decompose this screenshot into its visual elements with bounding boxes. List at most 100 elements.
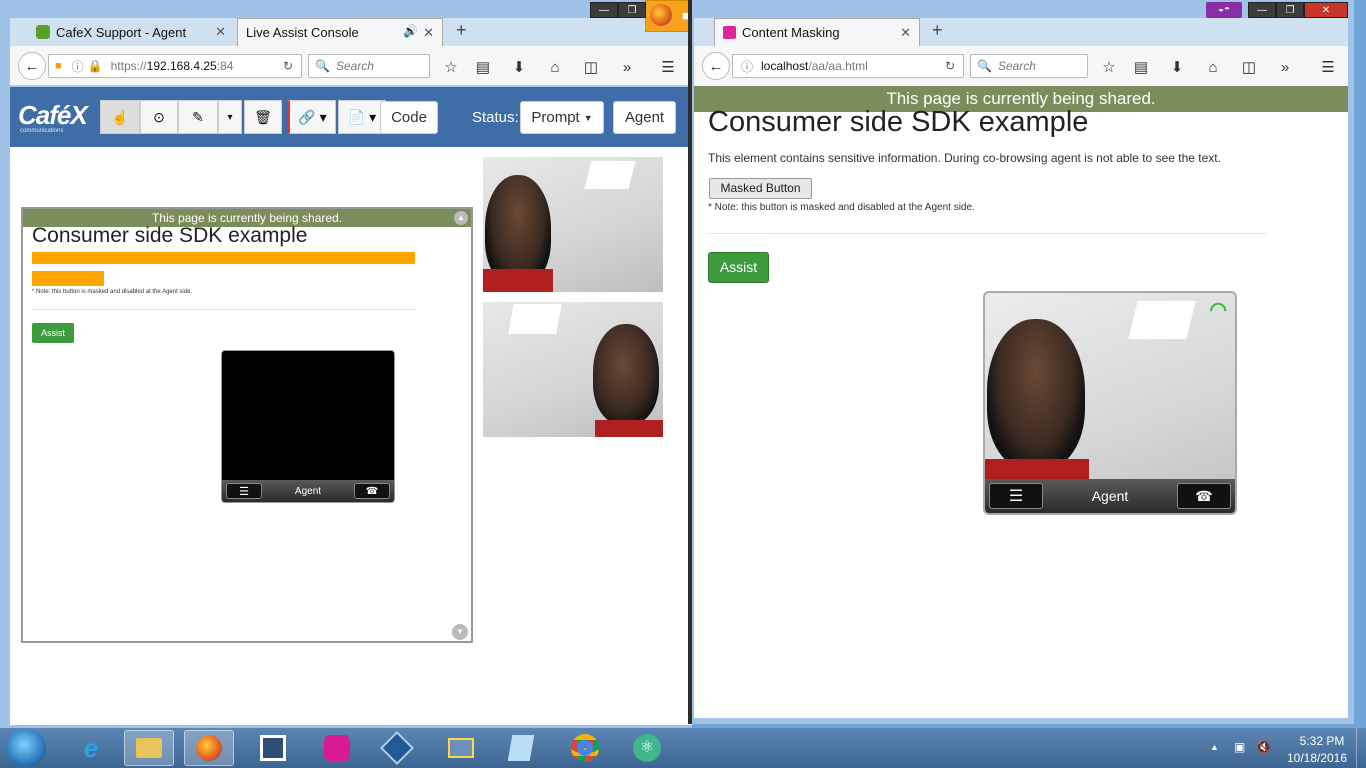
file-explorer-icon[interactable] xyxy=(124,730,174,766)
info-icon[interactable]: ⓘ xyxy=(741,58,753,75)
multicolor-app-icon[interactable] xyxy=(312,730,362,766)
back-button[interactable]: ← xyxy=(18,52,46,80)
firefox-taskbar-icon[interactable] xyxy=(184,730,234,766)
close-tab-icon[interactable]: ✕ xyxy=(215,24,226,40)
local-camera-feed xyxy=(483,302,663,437)
viewer-assist-button[interactable]: Assist xyxy=(32,323,74,343)
reading-list-icon[interactable]: ▤ xyxy=(1130,56,1152,78)
network-status-icon[interactable]: ▣ xyxy=(1234,740,1245,754)
menu-icon[interactable]: ☰ xyxy=(656,56,680,78)
show-hidden-icons-icon[interactable]: ▲ xyxy=(1210,742,1219,752)
left-browser-window: CafeX Support - Agent ✕ Live Assist Cons… xyxy=(0,0,692,728)
masked-text-block xyxy=(32,252,415,264)
info-icon[interactable]: ⓘ xyxy=(72,58,84,75)
video-menu-button[interactable]: ☰ xyxy=(989,483,1043,509)
speaker-icon[interactable]: 🔊 xyxy=(403,24,418,38)
search-icon: 🔍 xyxy=(977,59,992,73)
video-menu-button[interactable]: ☰ xyxy=(226,483,262,499)
code-label: Code xyxy=(391,109,427,126)
viewer-video-widget: ☰ Agent ☎ xyxy=(221,350,395,503)
new-tab-button[interactable]: + xyxy=(932,20,943,41)
scroll-up-icon[interactable]: ▲ xyxy=(454,211,468,225)
pocket-icon[interactable]: ◫ xyxy=(580,56,602,78)
video-hangup-button[interactable]: ☎ xyxy=(1177,483,1231,509)
document-tool-button[interactable]: 📄 ▾ xyxy=(338,100,386,134)
overflow-chevron-icon[interactable]: » xyxy=(616,56,638,78)
reading-list-icon[interactable]: ▤ xyxy=(472,56,494,78)
prompt-status-dropdown[interactable]: Prompt ▼ xyxy=(520,101,604,134)
firefox-icon xyxy=(650,4,672,26)
close-tab-icon[interactable]: ✕ xyxy=(900,25,911,41)
video-widget: ◠ ☰ Agent ☎ xyxy=(983,291,1237,515)
pen-tool-button[interactable]: ✎ xyxy=(178,100,218,134)
link-tool-button[interactable]: 🔗 ▾ xyxy=(288,100,336,134)
code-button[interactable]: Code xyxy=(380,101,438,134)
show-desktop-button[interactable] xyxy=(1356,728,1366,768)
url-text: localhost/aa/aa.html xyxy=(761,59,868,73)
tab-live-assist-console[interactable]: Live Assist Console 🔊 ✕ xyxy=(237,18,443,46)
bookmark-star-icon[interactable]: ☆ xyxy=(1098,56,1120,78)
reload-icon[interactable]: ↻ xyxy=(283,59,293,73)
pocket-icon[interactable]: ◫ xyxy=(1238,56,1260,78)
private-mask-icon: ◒◓ xyxy=(1206,2,1242,18)
right-minimize-button[interactable]: — xyxy=(1248,2,1276,18)
chrome-icon[interactable] xyxy=(560,730,610,766)
tab-cafex-support[interactable]: CafeX Support - Agent ✕ xyxy=(28,18,234,46)
volume-muted-icon[interactable]: 🔇 xyxy=(1256,740,1271,754)
url-bar[interactable]: ■ ⓘ 🔒 https://192.168.4.25:84 ↻ xyxy=(48,54,302,78)
network-tool-icon[interactable] xyxy=(436,730,486,766)
hand-tool-button[interactable]: ☝ xyxy=(100,100,140,134)
trash-tool-button[interactable]: 🗑 xyxy=(244,100,282,134)
downloads-icon[interactable]: ⬇ xyxy=(1166,56,1188,78)
scroll-down-icon[interactable]: ▼ xyxy=(452,624,468,640)
notebook-app-icon[interactable] xyxy=(496,730,546,766)
start-button[interactable] xyxy=(6,729,46,767)
right-close-button[interactable]: ✕ xyxy=(1304,2,1348,18)
url-bar[interactable]: ⓘ localhost/aa/aa.html ↻ xyxy=(732,54,964,78)
divider xyxy=(708,233,1266,234)
minimize-button[interactable]: — xyxy=(590,2,618,18)
virtualbox-icon[interactable] xyxy=(372,730,422,766)
internet-explorer-icon[interactable]: e xyxy=(66,730,116,766)
downloads-icon[interactable]: ⬇ xyxy=(508,56,530,78)
masked-button[interactable]: Masked Button xyxy=(709,178,812,199)
clock-time[interactable]: 5:32 PM xyxy=(1292,734,1352,748)
reload-icon[interactable]: ↻ xyxy=(945,59,955,73)
menu-icon[interactable]: ☰ xyxy=(1316,56,1340,78)
assist-button[interactable]: Assist xyxy=(708,252,769,283)
home-icon[interactable]: ⌂ xyxy=(1202,56,1224,78)
overflow-chevron-icon[interactable]: » xyxy=(1274,56,1296,78)
page-title: Consumer side SDK example xyxy=(708,106,1089,138)
maximize-button[interactable]: ❐ xyxy=(618,2,646,18)
new-tab-button[interactable]: + xyxy=(456,20,467,41)
viewer-note: * Note: this button is masked and disabl… xyxy=(32,289,193,295)
atom-editor-icon[interactable]: ⚛ xyxy=(622,730,672,766)
tab-content-masking[interactable]: Content Masking ✕ xyxy=(714,18,920,46)
search-input[interactable]: 🔍 Search xyxy=(308,54,430,78)
tab-label: CafeX Support - Agent xyxy=(56,24,187,40)
bookmark-star-icon[interactable]: ☆ xyxy=(440,56,462,78)
tab-label: Content Masking xyxy=(742,25,840,40)
viewer-title: Consumer side SDK example xyxy=(32,224,308,247)
clock-date[interactable]: 10/18/2016 xyxy=(1282,751,1352,765)
cafex-logo: CaféX xyxy=(18,100,88,130)
wifi-signal-icon: ◠ xyxy=(1209,299,1227,321)
spotlight-tool-button[interactable]: ⊙ xyxy=(140,100,178,134)
close-tab-icon[interactable]: ✕ xyxy=(423,25,434,41)
lock-warning-icon: 🔒 xyxy=(87,59,103,73)
right-maximize-button[interactable]: ❐ xyxy=(1276,2,1304,18)
agent-button[interactable]: Agent xyxy=(613,101,676,134)
home-icon[interactable]: ⌂ xyxy=(544,56,566,78)
search-placeholder: Search xyxy=(997,59,1036,73)
back-button[interactable]: ← xyxy=(702,52,730,80)
masked-note: * Note: this button is masked and disabl… xyxy=(708,202,975,213)
cafex-favicon-icon xyxy=(36,25,50,39)
pen-dropdown-chevron-icon[interactable]: ▾ xyxy=(218,100,242,134)
person-head-icon xyxy=(593,324,659,424)
url-text: https://192.168.4.25:84 xyxy=(110,59,234,73)
app-window-icon[interactable] xyxy=(248,730,298,766)
video-hangup-button[interactable]: ☎ xyxy=(353,483,390,499)
search-input[interactable]: 🔍 Search xyxy=(970,54,1088,78)
agent-label: Agent xyxy=(624,109,665,126)
video-agent-label: Agent xyxy=(1091,488,1129,504)
